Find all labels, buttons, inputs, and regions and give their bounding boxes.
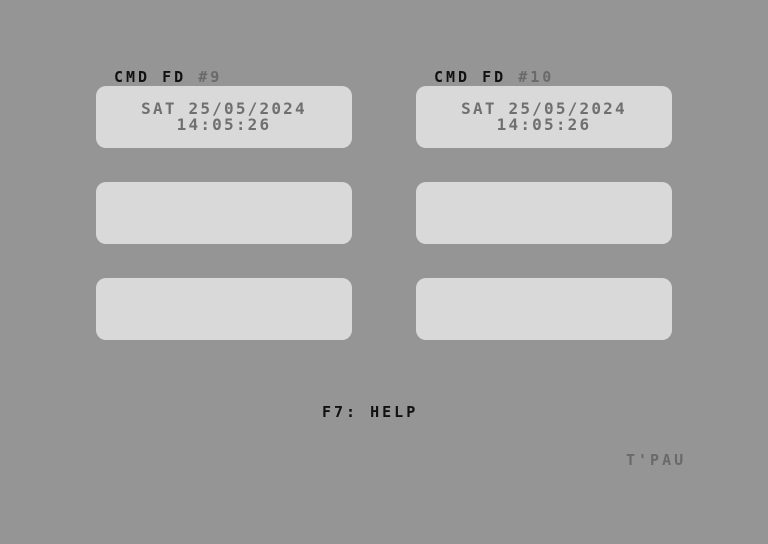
help-hint: F7: HELP	[322, 403, 419, 421]
day-text: SAT	[141, 99, 177, 118]
panel-label-fd9: CMD FD #9	[114, 68, 222, 86]
empty-tile-4[interactable]	[416, 278, 672, 340]
panel-label-prefix: CMD FD	[114, 68, 187, 86]
datetime-tile-fd10[interactable]: SAT 25/05/2024 14:05:26	[416, 86, 672, 148]
panel-label-number: #10	[518, 68, 555, 86]
datetime-tile-fd9[interactable]: SAT 25/05/2024 14:05:26	[96, 86, 352, 148]
empty-tile-2[interactable]	[416, 182, 672, 244]
time-text: 14:05:26	[496, 115, 592, 134]
panel-label-prefix: CMD FD	[434, 68, 507, 86]
empty-tile-3[interactable]	[96, 278, 352, 340]
empty-tile-1[interactable]	[96, 182, 352, 244]
credit-text: T'PAU	[626, 451, 687, 469]
panel-label-number: #9	[198, 68, 223, 86]
time-text: 14:05:26	[176, 115, 272, 134]
day-text: SAT	[461, 99, 497, 118]
panel-label-fd10: CMD FD #10	[434, 68, 554, 86]
